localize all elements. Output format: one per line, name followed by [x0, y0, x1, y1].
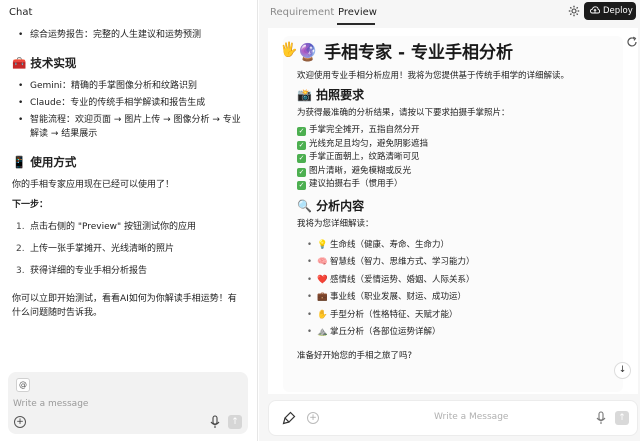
page-title: 🔮 手相专家 - 专业手相分析 [297, 43, 513, 63]
check-icon: ✓ [297, 181, 306, 190]
list-item: ✓ 光线充足且均匀，避免阴影遮挡 [297, 138, 429, 150]
lightbulb-icon: 💡 [317, 239, 328, 250]
tab-bar: Requirement Preview Deploy [259, 0, 640, 28]
check-icon: ✓ [297, 167, 306, 177]
message-input[interactable]: Write a message [13, 399, 88, 409]
tab-preview[interactable]: Preview [338, 7, 377, 18]
list-item: ✓ 手掌正面朝上，纹路清晰可见 [297, 152, 420, 163]
add-attachment-icon[interactable]: + [307, 412, 319, 424]
deploy-button[interactable]: Deploy [584, 2, 636, 20]
tech-item-text: Gemini：精确的手掌图像分析和纹路识别 [30, 81, 197, 91]
deploy-label: Deploy [603, 6, 633, 16]
microphone-icon[interactable] [595, 411, 607, 425]
closing-text: 你可以立即开始测试，看看AI如何为你解读手相运势！有什么问题随时告诉我。 [12, 294, 237, 318]
hand-icon: ✋ [317, 309, 328, 320]
send-icon[interactable]: ↑ [615, 411, 629, 425]
preview-panel: Requirement Preview Deploy 🖐 🔮 手相专家 - 专业… [259, 0, 640, 441]
send-icon[interactable]: ↑ [228, 415, 242, 429]
list-item: • 🧠 智慧线（智力、思维方式、学习能力） [307, 254, 613, 272]
list-item: ✓ 手掌完全摊开，五指自然分开 [297, 125, 420, 136]
usage-text: 你的手相专家应用现在已经可以使用了！ [12, 180, 175, 190]
heart-icon: ❤️ [317, 274, 328, 285]
list-item: • Claude：专业的传统手相学解读和报告生成 [18, 98, 206, 108]
tech-heading: 🧰 技术实现 [12, 56, 77, 70]
next-label: 下一步： [12, 200, 49, 210]
brush-icon[interactable] [282, 411, 296, 425]
refresh-icon[interactable] [626, 36, 638, 48]
mention-button[interactable]: @ [16, 378, 30, 392]
usage-heading: 📱 使用方式 [12, 155, 77, 169]
tab-requirement[interactable]: Requirement [270, 7, 334, 18]
list-item: • ✋ 手型分析（性格特征、天赋才能） [307, 307, 613, 325]
step-text: 获得详细的专业手相分析报告 [30, 266, 148, 276]
app-content: 🖐 🔮 手相专家 - 专业手相分析 欢迎使用专业手相分析应用！我将为您提供基于传… [280, 36, 623, 392]
preview-message-input[interactable]: Write a Message [434, 412, 508, 422]
chat-panel: Chat • 综合运势报告：完整的人生建议和运势预测 🧰 技术实现 • Gemi… [0, 0, 258, 441]
step-text: 点击右侧的 "Preview" 按钮测试你的应用 [30, 222, 197, 232]
intro-text: 欢迎使用专业手相分析应用！我将为您提供基于传统手相学的详细解读。 [297, 71, 570, 81]
tech-item-text: 智能流程：欢迎页面 → 图片上传 → 图像分析 → 专业解读 → 结果展示 [30, 115, 241, 139]
check-icon: ✓ [297, 127, 306, 136]
chat-messages: • 综合运势报告：完整的人生建议和运势预测 🧰 技术实现 • Gemini：精确… [0, 28, 258, 368]
microphone-icon[interactable] [209, 415, 221, 429]
photo-heading: 📸 拍照要求 [297, 88, 365, 102]
brain-icon: 🧠 [317, 257, 328, 267]
scroll-down-icon[interactable]: ↓ [614, 362, 631, 379]
bullet: • [18, 30, 24, 40]
list-item: 3. 获得详细的专业手相分析报告 [16, 266, 148, 276]
gear-icon[interactable] [568, 5, 580, 17]
cloud-upload-icon [590, 5, 600, 13]
list-item: ✓ 图片清晰，避免模糊或反光 [297, 165, 412, 177]
list-item: • ❤️ 感情线（爱情运势、婚姻、人际关系） [307, 272, 613, 290]
list-item: • 💡 生命线（健康、寿命、生命力） [307, 237, 613, 255]
list-item: • 智能流程：欢迎页面 → 图片上传 → 图像分析 → 专业解读 → 结果展示 [18, 115, 241, 139]
list-item: • 💼 事业线（职业发展、财运、成功运） [307, 289, 613, 307]
chat-title: Chat [9, 7, 33, 18]
active-tab-indicator [337, 23, 375, 25]
tech-item-text: Claude：专业的传统手相学解读和报告生成 [30, 98, 206, 108]
chat-composer[interactable]: @ Write a message + ↑ [8, 372, 248, 434]
list-item: • Gemini：精确的手掌图像分析和纹路识别 [18, 81, 197, 91]
ready-text: 准备好开始您的手相之旅了吗? [297, 350, 413, 361]
preview-frame: 🖐 🔮 手相专家 - 专业手相分析 欢迎使用专业手相分析应用！我将为您提供基于传… [268, 28, 638, 394]
analysis-heading: 🔍 分析内容 [297, 198, 365, 213]
list-item: ✓ 建议拍摄右手（惯用手） [297, 179, 403, 190]
list-item: • ⛰️ 掌丘分析（各部位运势详解） [307, 324, 613, 342]
briefcase-icon: 💼 [317, 292, 328, 302]
photo-intro: 为获得最准确的分析结果，请按以下要求拍摄手掌照片： [297, 108, 510, 118]
check-icon: ✓ [297, 140, 306, 150]
list-item: 1. 点击右侧的 "Preview" 按钮测试你的应用 [16, 222, 197, 232]
add-attachment-icon[interactable]: + [14, 416, 26, 428]
preview-input-bar[interactable]: + Write a Message ↑ [268, 400, 638, 436]
list-item: • 综合运势报告：完整的人生建议和运势预测 [12, 28, 244, 42]
list-item: 2. 上传一张手掌摊开、光线清晰的照片 [16, 244, 175, 254]
check-icon: ✓ [297, 154, 306, 163]
hand-decoration-icon: 🖐 [280, 42, 298, 58]
mountain-icon: ⛰️ [317, 327, 328, 337]
analysis-intro: 我将为您详细解读： [297, 218, 374, 229]
bullet-text: 综合运势报告：完整的人生建议和运势预测 [30, 30, 202, 40]
step-text: 上传一张手掌摊开、光线清晰的照片 [30, 244, 175, 254]
